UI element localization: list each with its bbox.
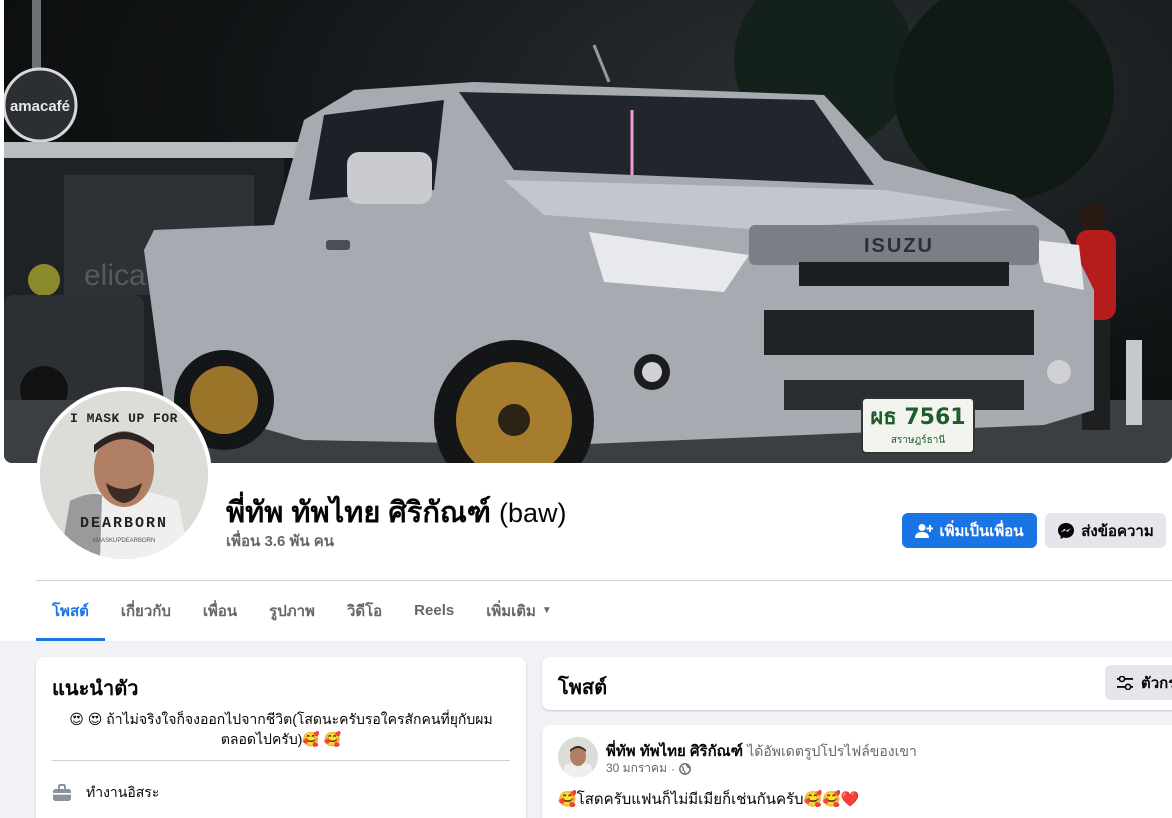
tab-about[interactable]: เกี่ยวกับ [105,583,187,638]
intro-card: แนะนำตัว 😍 😍 ถ้าไม่จริงใจก็จงออกไปจากชีว… [36,657,526,818]
tab-friends[interactable]: เพื่อน [187,583,253,638]
tab-about-label: เกี่ยวกับ [120,602,171,620]
post-author-avatar[interactable] [558,737,598,777]
post-meta: 30 มกราคม · [606,759,691,778]
globe-icon [679,762,691,775]
tab-more[interactable]: เพิ่มเติม ▼ [470,583,568,638]
posts-header-card: โพสต์ ตัวกรอง [542,657,1172,710]
add-friend-icon [915,523,934,538]
intro-bio: 😍 😍 ถ้าไม่จริงใจก็จงออกไปจากชีวิต(โสดนะค… [69,711,493,747]
intro-title: แนะนำตัว [52,678,139,700]
tab-reels[interactable]: Reels [398,583,470,638]
avatar-caption-hashtag: #MASKUPDEARBORN [92,538,156,544]
briefcase-icon [53,784,71,801]
tab-videos-label: วิดีโอ [346,602,383,620]
avatar-photo: I MASK UP FOR DEARBORN #MASKUPDEARBORN [40,391,208,559]
meta-separator: · [670,761,675,776]
friends-count[interactable]: เพื่อน 3.6 พัน คน [226,529,334,553]
post-date[interactable]: 30 มกราคม [606,759,667,778]
tab-videos[interactable]: วิดีโอ [331,583,398,638]
tab-reels-label: Reels [414,602,455,619]
profile-tabs: โพสต์ เกี่ยวกับ เพื่อน รูปภาพ วิดีโอ Ree… [36,583,568,641]
tab-photos[interactable]: รูปภาพ [253,583,331,638]
intro-divider [52,760,510,761]
add-friend-button[interactable]: เพิ่มเป็นเพื่อน [902,513,1037,548]
post-text: 🥰โสดครับแฟนก็ไม่มีเมียก็เช่นกันครับ🥰🥰❤️ [558,791,860,808]
add-friend-label: เพิ่มเป็นเพื่อน [939,522,1024,540]
message-label: ส่งข้อความ [1081,522,1154,540]
intro-work-text: ทำงานอิสระ [86,784,160,800]
svg-text:ผธ 7561: ผธ 7561 [870,405,965,430]
avatar-caption-top: I MASK UP FOR [70,411,178,426]
messenger-icon [1058,522,1075,539]
tab-posts-label: โพสต์ [52,602,89,620]
filter-button[interactable]: ตัวกรอง [1105,665,1172,700]
caret-down-icon: ▼ [541,605,552,616]
message-button[interactable]: ส่งข้อความ [1045,513,1166,548]
tab-posts[interactable]: โพสต์ [36,583,105,641]
posts-title: โพสต์ [558,677,608,699]
tab-photos-label: รูปภาพ [269,602,315,620]
profile-name-text: พี่ทัพ ทัพไทย ศิริกัณฑ์ [226,497,491,529]
svg-text:ISUZU: ISUZU [864,235,934,257]
profile-header: amacafé elica ISUZU ผธ 7561 สราษฎร์ธานี … [0,0,1172,641]
post-author-name[interactable]: พี่ทัพ ทัพไทย ศิริกัณฑ์ [606,743,743,760]
avatar-caption-bottom: DEARBORN [79,515,168,532]
svg-text:amacafé: amacafé [10,98,70,115]
svg-text:สราษฎร์ธานี: สราษฎร์ธานี [891,434,945,446]
profile-alt-name: (baw) [498,498,567,528]
tab-friends-label: เพื่อน [202,602,238,620]
tab-more-label: เพิ่มเติม [486,602,536,620]
filter-label: ตัวกรอง [1141,674,1172,692]
post-item: พี่ทัพ ทัพไทย ศิริกัณฑ์ ได้อัพเดตรูปโปรไ… [542,725,1172,818]
svg-text:elica: elica [84,259,146,292]
post-action-text: ได้อัพเดตรูปโปรไฟล์ของเขา [747,743,917,759]
profile-avatar[interactable]: I MASK UP FOR DEARBORN #MASKUPDEARBORN [36,387,212,563]
filter-icon [1117,675,1133,690]
header-divider [36,580,1172,581]
intro-work-item: ทำงานอิสระ [52,782,159,804]
